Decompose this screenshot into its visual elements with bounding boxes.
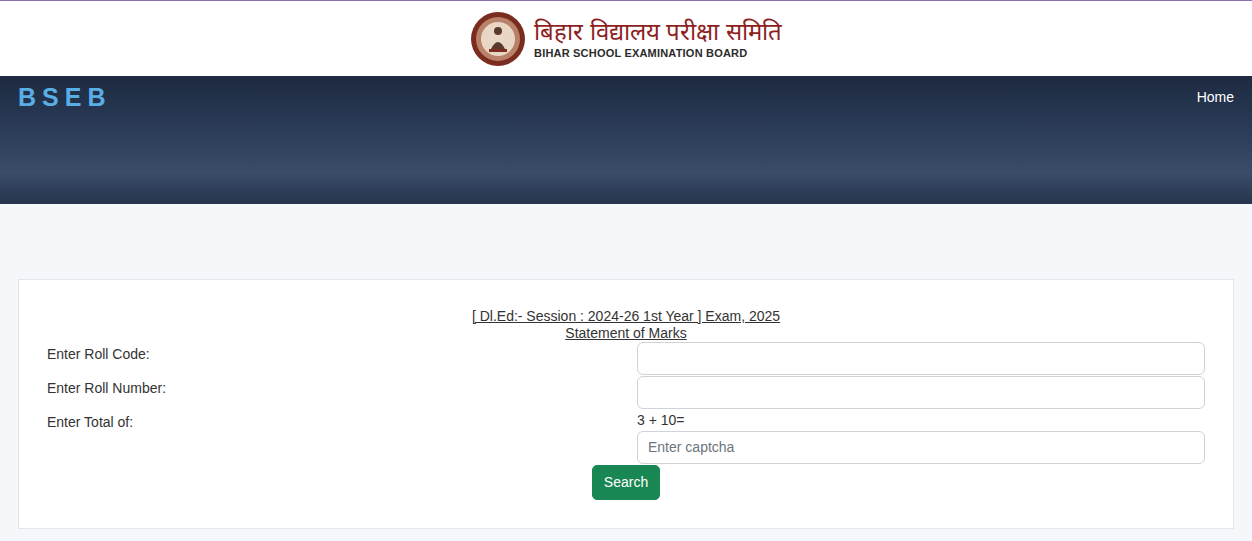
nav-links: Home [1197,82,1234,112]
field-input[interactable] [637,376,1205,409]
captcha-label: Enter Total of: [47,410,637,464]
nav-link[interactable]: Home [1197,82,1234,112]
field-input[interactable] [637,342,1205,375]
form-row: Enter Roll Code: [47,342,1205,375]
board-title-english: BIHAR SCHOOL EXAMINATION BOARD [534,46,782,60]
banner: BSEB Home [0,76,1252,204]
result-form: [ Dl.Ed:- Session : 2024-26 1st Year ] E… [18,279,1234,529]
field-label: Enter Roll Number: [47,376,637,409]
board-logo: बिहार विद्यालय परीक्षा समिति BIHAR SCHOO… [470,11,782,67]
search-button[interactable]: Search [592,465,660,500]
form-subtitle: Statement of Marks [47,325,1205,342]
emblem-icon [470,11,526,67]
captcha-row: Enter Total of: 3 + 10= [47,410,1205,464]
captcha-question: 3 + 10= [637,410,1205,431]
captcha-input[interactable] [637,431,1205,464]
page-content: [ Dl.Ed:- Session : 2024-26 1st Year ] E… [0,204,1252,529]
board-title-hindi: बिहार विद्यालय परीक्षा समिति [534,18,782,46]
brand[interactable]: BSEB [18,82,111,112]
site-header: बिहार विद्यालय परीक्षा समिति BIHAR SCHOO… [0,0,1252,76]
exam-title: [ Dl.Ed:- Session : 2024-26 1st Year ] E… [47,308,1205,325]
form-row: Enter Roll Number: [47,376,1205,409]
field-label: Enter Roll Code: [47,342,637,375]
